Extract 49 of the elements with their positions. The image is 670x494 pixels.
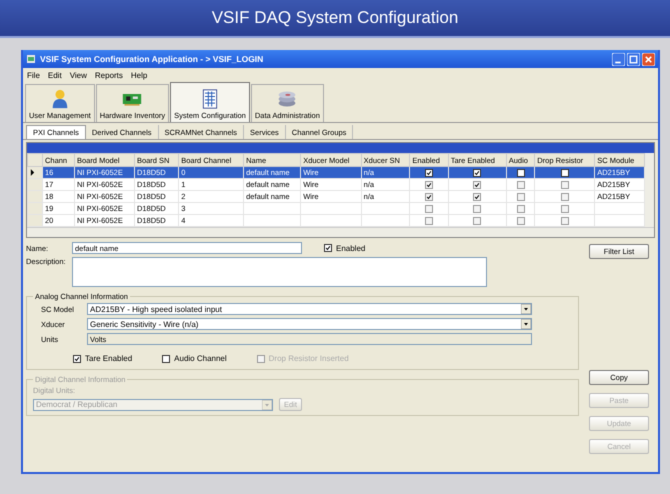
- checkbox[interactable]: [425, 205, 434, 213]
- window-title: VSIF System Configuration Application - > VSIF_LOGIN: [40, 54, 264, 64]
- checkbox[interactable]: [473, 181, 482, 189]
- checkbox[interactable]: [425, 217, 434, 225]
- checkbox[interactable]: [516, 169, 524, 177]
- checkbox[interactable]: [473, 193, 482, 201]
- document-grid-icon: [200, 89, 220, 109]
- checkbox-label: Enabled: [336, 244, 366, 252]
- checkbox[interactable]: [73, 354, 81, 362]
- checkbox[interactable]: [516, 205, 524, 213]
- checkbox[interactable]: [473, 205, 482, 213]
- app-icon: [26, 54, 36, 64]
- dropdown[interactable]: AD215BY - High speed isolated input: [87, 303, 532, 315]
- minimize-icon[interactable]: [612, 52, 625, 66]
- checkbox[interactable]: [516, 217, 524, 225]
- row-pointer-icon: [30, 169, 35, 176]
- disk-stack-icon: [277, 89, 298, 109]
- horizontal-scrollbar[interactable]: [27, 227, 654, 237]
- dropdown-arrow-icon[interactable]: [521, 304, 531, 314]
- checkbox[interactable]: [162, 354, 170, 362]
- menu-item[interactable]: File: [27, 70, 40, 80]
- checkbox[interactable]: [473, 169, 482, 177]
- checkbox[interactable]: [425, 169, 434, 177]
- checkbox[interactable]: [516, 181, 524, 189]
- menu-item[interactable]: View: [70, 70, 87, 80]
- dropdown-arrow-icon[interactable]: [521, 319, 531, 329]
- slide-title: VSIF DAQ System Configuration: [212, 8, 458, 28]
- close-icon[interactable]: [642, 52, 655, 66]
- checkbox[interactable]: [560, 217, 569, 225]
- checkbox[interactable]: [560, 181, 569, 189]
- checkbox[interactable]: [560, 169, 569, 177]
- checkbox[interactable]: [324, 244, 332, 252]
- checkbox-label: Audio Channel: [174, 354, 227, 363]
- maximize-icon[interactable]: [627, 52, 640, 66]
- menu-item[interactable]: Edit: [48, 70, 62, 80]
- checkbox[interactable]: [425, 181, 434, 189]
- person-icon: [50, 89, 70, 109]
- checkbox-label: Tare Enabled: [85, 354, 132, 363]
- dropdown[interactable]: Generic Sensitivity - Wire (n/a): [87, 318, 532, 330]
- checkbox[interactable]: [473, 217, 482, 225]
- checkbox[interactable]: [560, 193, 569, 201]
- vertical-scrollbar[interactable]: [645, 153, 654, 227]
- menu-item[interactable]: Help: [130, 70, 148, 80]
- checkbox[interactable]: [516, 193, 524, 201]
- description-field[interactable]: [72, 257, 487, 287]
- checkbox[interactable]: [560, 205, 569, 213]
- menu-item[interactable]: Reports: [94, 70, 123, 80]
- checkbox[interactable]: [425, 193, 434, 201]
- checkbox-label: Drop Resistor Inserted: [268, 354, 349, 363]
